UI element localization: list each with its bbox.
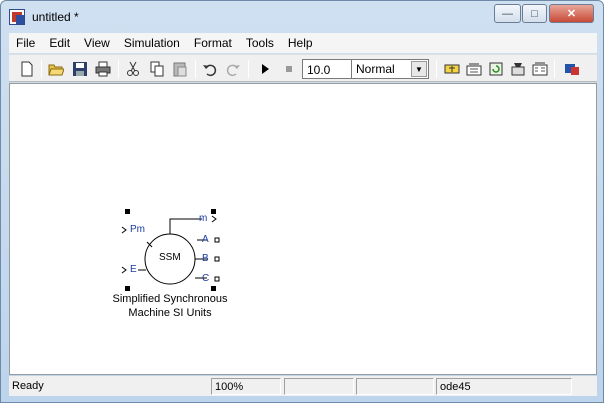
status-zoom: 100% (211, 378, 281, 395)
refresh-button[interactable] (486, 59, 506, 79)
chevron-down-icon[interactable]: ▼ (411, 61, 427, 77)
library-icon (511, 63, 525, 76)
menu-view[interactable]: View (77, 36, 117, 50)
status-bar: Ready 100% ode45 (9, 376, 597, 396)
input-port-e[interactable] (121, 266, 127, 274)
menu-simulation[interactable]: Simulation (117, 36, 187, 50)
build-model-button[interactable] (464, 59, 484, 79)
selection-handle[interactable] (211, 286, 216, 291)
redo-icon (226, 64, 240, 77)
library-browser-button[interactable] (508, 59, 528, 79)
port-label-a: A (202, 234, 209, 245)
port-label-c: C (202, 273, 210, 284)
resize-grip-icon[interactable] (575, 378, 595, 395)
save-button[interactable] (70, 59, 90, 79)
close-icon: ✕ (566, 8, 577, 20)
print-button[interactable] (93, 59, 113, 79)
block-diagram (121, 209, 220, 291)
app-window: untitled * — □ ✕ File Edit View Simulati… (0, 0, 604, 403)
maximize-button[interactable]: □ (522, 4, 547, 23)
title-bar[interactable]: untitled * — □ ✕ (1, 1, 603, 31)
port-label-m: m (199, 213, 208, 224)
cut-button[interactable] (123, 59, 143, 79)
status-empty-2 (356, 378, 434, 395)
menu-file[interactable]: File (9, 36, 42, 50)
folder-open-icon (48, 64, 64, 76)
window-title: untitled * (32, 10, 79, 24)
status-empty-1 (284, 378, 354, 395)
toolbar: Normal ▼ (9, 54, 597, 82)
simulink-app-icon[interactable] (9, 9, 25, 25)
menu-tools[interactable]: Tools (239, 36, 281, 50)
new-model-button[interactable] (17, 59, 37, 79)
debug-icon (565, 64, 579, 75)
status-ready: Ready (12, 380, 44, 392)
selection-handle[interactable] (211, 209, 216, 214)
redo-button[interactable] (223, 59, 243, 79)
stop-icon (286, 66, 292, 72)
output-port-b[interactable] (214, 256, 220, 262)
undo-button[interactable] (200, 59, 220, 79)
scissors-icon (127, 61, 139, 76)
input-port-pm[interactable] (121, 226, 127, 234)
build-icon (466, 63, 482, 76)
menu-format[interactable]: Format (187, 36, 239, 50)
menu-help[interactable]: Help (281, 36, 320, 50)
start-simulation-button[interactable] (255, 59, 275, 79)
simulation-mode-select[interactable]: Normal ▼ (351, 59, 429, 79)
debug-button[interactable] (562, 59, 582, 79)
copy-icon (150, 61, 164, 77)
simulation-mode-value: Normal (356, 62, 395, 76)
output-port-m[interactable] (211, 215, 217, 223)
update-diagram-button[interactable] (442, 59, 462, 79)
minimize-button[interactable]: — (494, 4, 521, 23)
undo-icon (203, 64, 217, 77)
paste-icon (173, 62, 187, 77)
update-diagram-icon (444, 64, 460, 74)
block-name-ssm: SSM (159, 252, 181, 263)
selection-handle[interactable] (125, 286, 130, 291)
printer-icon (95, 61, 111, 77)
refresh-icon (489, 62, 503, 76)
stop-time-input[interactable] (302, 59, 353, 79)
play-icon (262, 64, 269, 74)
model-explorer-button[interactable] (530, 59, 550, 79)
block-caption-line1: Simplified Synchronous (112, 293, 228, 305)
minimize-icon: — (502, 7, 513, 20)
port-label-b: B (202, 253, 209, 264)
port-label-pm: Pm (130, 224, 145, 235)
output-port-c[interactable] (214, 276, 220, 282)
block-caption-line2: Machine SI Units (128, 307, 212, 319)
selection-handle[interactable] (125, 209, 130, 214)
open-button[interactable] (46, 59, 66, 79)
stop-simulation-button[interactable] (279, 59, 299, 79)
maximize-icon: □ (531, 7, 538, 20)
model-canvas[interactable]: Pm E m A B C SSM Simplified Synchronous … (9, 83, 597, 375)
model-explorer-icon (532, 62, 548, 76)
menu-bar: File Edit View Simulation Format Tools H… (9, 33, 597, 53)
floppy-disk-icon (73, 62, 87, 76)
menu-edit[interactable]: Edit (42, 36, 77, 50)
port-label-e: E (130, 264, 137, 275)
close-button[interactable]: ✕ (549, 4, 594, 23)
copy-button[interactable] (147, 59, 167, 79)
status-solver: ode45 (436, 378, 572, 395)
new-file-icon (21, 61, 33, 77)
output-port-a[interactable] (214, 237, 220, 243)
block-caption[interactable]: Simplified Synchronous Machine SI Units (100, 292, 240, 320)
paste-button[interactable] (170, 59, 190, 79)
